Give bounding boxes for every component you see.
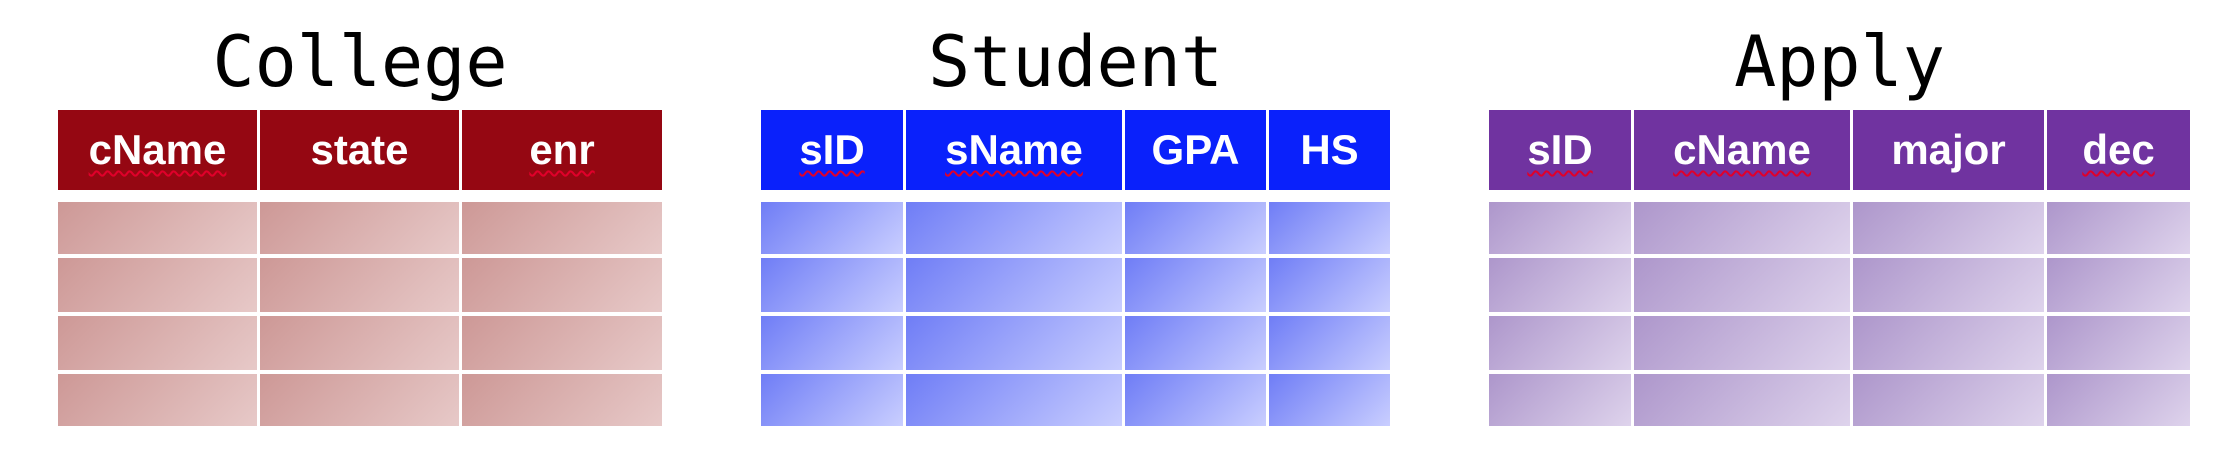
table-cell (1489, 316, 1631, 370)
table-cell (462, 258, 662, 312)
table-cell (1634, 316, 1850, 370)
table-cell (2047, 374, 2190, 426)
column-header-enr: enr (462, 110, 662, 190)
table-cell (1125, 374, 1266, 426)
table-cell (1125, 316, 1266, 370)
table-title: Apply (1734, 21, 1945, 103)
column-header-sname: sName (906, 110, 1122, 190)
table-cell (260, 258, 459, 312)
table-cell (462, 202, 662, 254)
table-cell (1634, 202, 1850, 254)
table-cell (58, 258, 257, 312)
table-cell (1125, 258, 1266, 312)
table-cell (1634, 374, 1850, 426)
column-header-gpa: GPA (1125, 110, 1266, 190)
student-table: Student sID sName GPA HS (761, 0, 1390, 458)
table-cell (1269, 374, 1390, 426)
table-cell (58, 202, 257, 254)
table-cell (906, 202, 1122, 254)
table-cell (2047, 202, 2190, 254)
column-header-major: major (1853, 110, 2044, 190)
college-table: College cName state enr (58, 0, 662, 458)
table-cell (1269, 316, 1390, 370)
column-header-cname: cName (58, 110, 257, 190)
table-cell (58, 316, 257, 370)
table-cell (906, 316, 1122, 370)
table-cell (260, 202, 459, 254)
table-cell (906, 374, 1122, 426)
table-cell (1489, 258, 1631, 312)
table-title: Student (927, 21, 1223, 103)
apply-table: Apply sID cName major dec (1489, 0, 2190, 458)
column-header-cname: cName (1634, 110, 1850, 190)
table-cell (1634, 258, 1850, 312)
column-header-sid: sID (761, 110, 903, 190)
table-cell (1269, 258, 1390, 312)
table-title: College (212, 21, 508, 103)
column-header-dec: dec (2047, 110, 2190, 190)
table-cell (1853, 202, 2044, 254)
table-cell (462, 316, 662, 370)
column-header-hs: HS (1269, 110, 1390, 190)
table-cell (761, 202, 903, 254)
table-cell (761, 258, 903, 312)
table-cell (761, 374, 903, 426)
table-cell (58, 374, 257, 426)
table-cell (1489, 202, 1631, 254)
table-cell (2047, 316, 2190, 370)
table-cell (2047, 258, 2190, 312)
table-cell (1489, 374, 1631, 426)
table-cell (1853, 258, 2044, 312)
table-cell (1269, 202, 1390, 254)
table-cell (906, 258, 1122, 312)
table-cell (761, 316, 903, 370)
table-cell (1125, 202, 1266, 254)
column-header-sid: sID (1489, 110, 1631, 190)
table-cell (1853, 316, 2044, 370)
table-cell (1853, 374, 2044, 426)
table-cell (260, 316, 459, 370)
table-cell (260, 374, 459, 426)
table-cell (462, 374, 662, 426)
column-header-state: state (260, 110, 459, 190)
